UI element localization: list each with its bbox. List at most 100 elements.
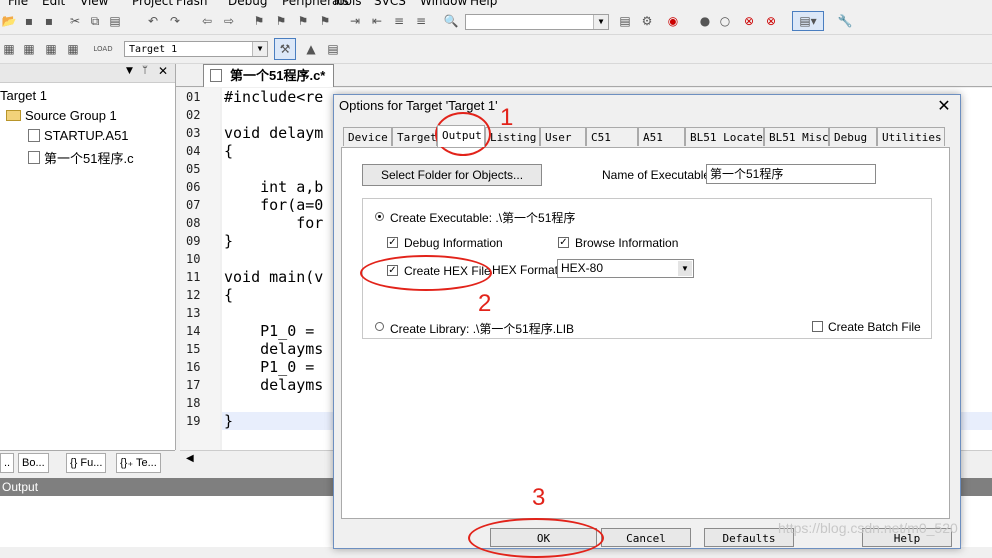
bookmark-icon[interactable]: ⚑ <box>250 12 268 30</box>
code-line[interactable]: void delaym <box>224 124 323 142</box>
tree-file-main[interactable]: 第一个51程序.c <box>28 148 134 167</box>
translate-icon[interactable]: ▦ <box>0 40 18 58</box>
save-icon[interactable]: ▪ <box>20 12 38 30</box>
code-line[interactable]: } <box>224 412 233 430</box>
tab-device[interactable]: Device <box>343 127 392 146</box>
copy-icon[interactable]: ⧉ <box>86 12 104 30</box>
manage-project-items-icon[interactable]: ▲ <box>302 40 320 58</box>
uncomment-icon[interactable]: ≡ <box>412 12 430 30</box>
code-line[interactable]: P1_0 = <box>224 358 314 376</box>
target-select[interactable]: Target 1 ▼ <box>124 41 268 57</box>
find-combo[interactable]: ▼ <box>465 14 609 30</box>
close-icon[interactable]: ✕ <box>158 64 168 78</box>
tab-project[interactable]: .. <box>0 453 15 473</box>
bookmark-clear-icon[interactable]: ⚑ <box>316 12 334 30</box>
editor-tab-main[interactable]: 第一个51程序.c* <box>203 64 335 87</box>
paste-icon[interactable]: ▤ <box>106 12 124 30</box>
unindent-icon[interactable]: ⇤ <box>368 12 386 30</box>
chevron-down-icon[interactable]: ▼ <box>126 66 133 76</box>
chevron-down-icon[interactable]: ▼ <box>252 42 267 56</box>
find-icon[interactable]: ▤ <box>616 12 634 30</box>
menu-window[interactable]: Window <box>420 0 467 8</box>
tab-books[interactable]: Bo... <box>18 453 49 473</box>
code-line[interactable]: for <box>224 214 323 232</box>
code-line[interactable]: P1_0 = <box>224 322 314 340</box>
tab-c51-label: C51 <box>591 131 611 144</box>
menu-debug[interactable]: Debug <box>228 0 267 8</box>
line-number: 19 <box>186 414 201 428</box>
undo-icon[interactable]: ↶ <box>144 12 162 30</box>
chevron-down-icon[interactable]: ▼ <box>593 15 608 29</box>
create-executable-radio[interactable] <box>375 212 384 221</box>
tab-utilities[interactable]: Utilities <box>877 127 945 146</box>
code-line[interactable]: { <box>224 142 233 160</box>
name-exec-input[interactable]: 第一个51程序 <box>706 164 876 184</box>
find-in-files-icon[interactable]: 🔍 <box>442 12 460 30</box>
select-packs-icon[interactable]: ▤ <box>324 40 342 58</box>
tree-source-group[interactable]: Source Group 1 <box>6 108 117 123</box>
debug-info-checkbox[interactable]: ✓ <box>387 237 398 248</box>
bookmark-next-icon[interactable]: ⚑ <box>294 12 312 30</box>
download-icon[interactable]: LOAD <box>93 40 112 58</box>
menu-edit[interactable]: Edit <box>42 0 65 8</box>
tab-target[interactable]: Target <box>392 127 437 146</box>
redo-icon[interactable]: ↷ <box>166 12 184 30</box>
tab-user[interactable]: User <box>540 127 586 146</box>
incremental-find-icon[interactable]: ⚙ <box>638 12 656 30</box>
pin-icon[interactable]: ᛘ <box>142 65 148 76</box>
tab-output[interactable]: Output <box>437 125 485 147</box>
code-line[interactable]: #include<re <box>224 88 323 106</box>
scroll-left-icon[interactable]: ◀ <box>186 453 194 464</box>
menu-flash[interactable]: Flash <box>176 0 207 8</box>
tab-functions[interactable]: {} Fu... <box>66 453 107 473</box>
cut-icon[interactable]: ✂ <box>66 12 84 30</box>
hex-format-select[interactable]: HEX-80 ▼ <box>557 259 694 278</box>
tab-a51[interactable]: A51 <box>638 127 685 146</box>
bookmark-prev-icon[interactable]: ⚑ <box>272 12 290 30</box>
menu-file[interactable]: File <box>8 0 28 8</box>
code-line[interactable]: { <box>224 286 233 304</box>
tab-bl51-misc[interactable]: BL51 Misc <box>764 127 829 146</box>
breakpoint-icon[interactable]: ● <box>696 12 714 30</box>
menu-tools[interactable]: Tools <box>332 0 362 8</box>
breakpoint-disable-icon[interactable]: ○ <box>716 12 734 30</box>
code-line[interactable]: int a,b <box>224 178 323 196</box>
tab-templates[interactable]: {}₊ Te... <box>116 453 161 473</box>
select-folder-button[interactable]: Select Folder for Objects... <box>362 164 542 186</box>
menu-help[interactable]: Help <box>470 0 497 8</box>
close-icon[interactable]: ✕ <box>936 98 952 114</box>
breakpoint-kill-all-icon[interactable]: ⊗ <box>762 12 780 30</box>
batch-build-icon[interactable]: ▦ <box>64 40 82 58</box>
save-all-icon[interactable]: ▪ <box>40 12 58 30</box>
window-layout-icon[interactable]: ▤▾ <box>792 11 824 31</box>
nav-back-icon[interactable]: ⇦ <box>198 12 216 30</box>
nav-forward-icon[interactable]: ⇨ <box>220 12 238 30</box>
menu-svcs[interactable]: SVCS <box>374 0 406 8</box>
tab-debug[interactable]: Debug <box>829 127 877 146</box>
comment-icon[interactable]: ≡ <box>390 12 408 30</box>
tree-file-startup[interactable]: STARTUP.A51 <box>28 128 129 143</box>
tree-target[interactable]: Target 1 <box>0 88 47 103</box>
create-library-radio[interactable] <box>375 322 384 331</box>
chevron-down-icon[interactable]: ▼ <box>678 261 692 276</box>
code-line[interactable]: void main(v <box>224 268 323 286</box>
open-icon[interactable]: 📂 <box>0 12 18 30</box>
debug-session-icon[interactable]: ◉ <box>664 12 682 30</box>
target-options-icon[interactable]: ⚒ <box>274 38 296 60</box>
code-line[interactable]: delayms <box>224 376 323 394</box>
rebuild-icon[interactable]: ▦ <box>42 40 60 58</box>
code-line[interactable]: delayms <box>224 340 323 358</box>
browse-info-checkbox[interactable]: ✓ <box>558 237 569 248</box>
indent-icon[interactable]: ⇥ <box>346 12 364 30</box>
code-line[interactable]: } <box>224 232 233 250</box>
cancel-button[interactable]: Cancel <box>601 528 691 547</box>
build-icon[interactable]: ▦ <box>20 40 38 58</box>
tab-c51[interactable]: C51 <box>586 127 638 146</box>
create-batch-checkbox[interactable] <box>812 321 823 332</box>
menu-view[interactable]: View <box>80 0 108 8</box>
code-line[interactable]: for(a=0 <box>224 196 323 214</box>
menu-project[interactable]: Project <box>132 0 173 8</box>
configure-icon[interactable]: 🔧 <box>836 12 854 30</box>
breakpoint-disable-all-icon[interactable]: ⊗ <box>740 12 758 30</box>
tab-bl51-locate[interactable]: BL51 Locate <box>685 127 764 146</box>
